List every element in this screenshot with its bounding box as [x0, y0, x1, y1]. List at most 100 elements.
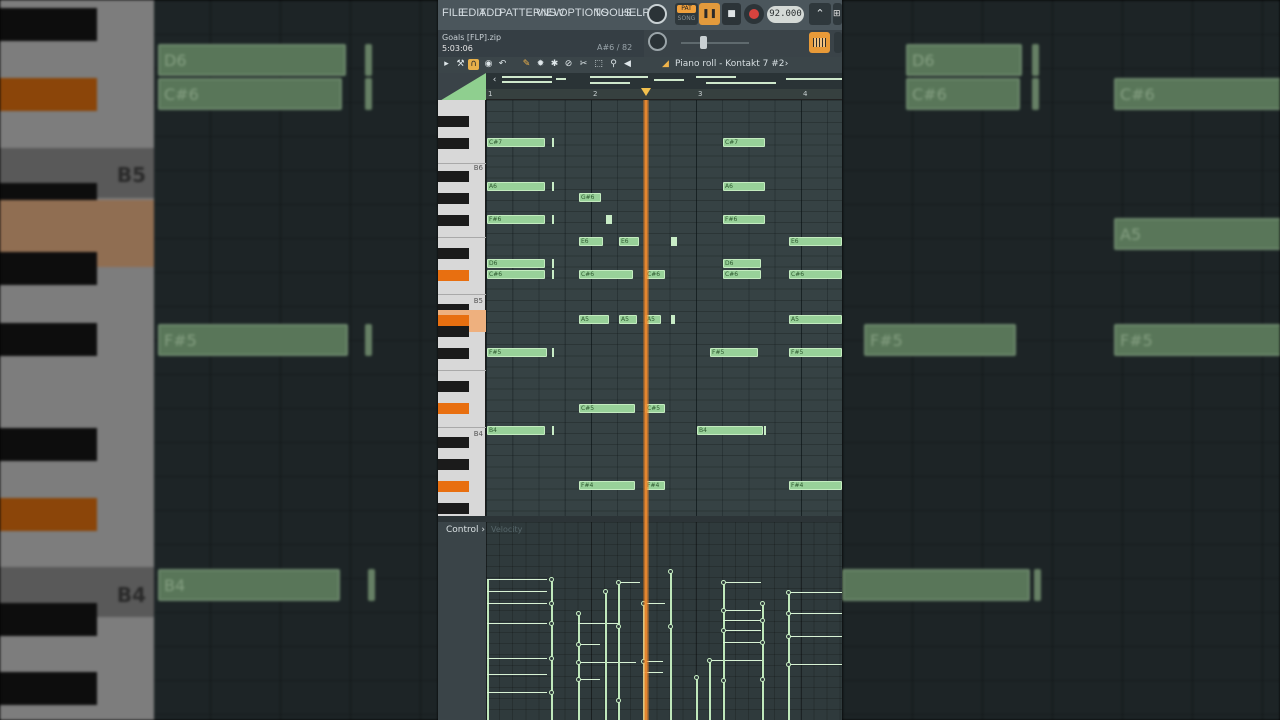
piano-roll-button[interactable]	[809, 32, 830, 53]
piano-key[interactable]	[438, 503, 469, 514]
stop-icon: ■	[727, 9, 736, 19]
tempo-slider-handle[interactable]	[700, 36, 707, 49]
note-e6[interactable]: E6	[619, 237, 639, 246]
note-c6[interactable]: C#6	[487, 270, 545, 279]
piano-key[interactable]	[438, 381, 469, 392]
velocity-lane-label: Velocity	[491, 525, 523, 534]
song-info: Goals [FLP].zip 5:03:06 A#6 / 82	[438, 30, 644, 57]
piano-key-highlighted[interactable]	[438, 403, 469, 414]
note-a5[interactable]: A5	[789, 315, 842, 324]
note-f6[interactable]: F#6	[723, 215, 765, 224]
play-arrow-icon[interactable]: ▸	[441, 59, 452, 70]
slice-icon[interactable]: ✂	[578, 59, 589, 70]
backdrop-label-b5: B5	[116, 163, 146, 187]
wrench-icon[interactable]: ⚒	[455, 59, 466, 70]
control-selector[interactable]: Control ›	[446, 525, 485, 535]
note-c6[interactable]: C#6	[579, 270, 633, 279]
backdrop-note: F#5	[158, 324, 348, 356]
pattern-overview[interactable]: ‹	[486, 73, 842, 89]
note-a6[interactable]: A6	[487, 182, 545, 191]
pause-icon: ❚❚	[701, 9, 718, 19]
main-volume-knob[interactable]	[647, 4, 667, 24]
piano-icon	[813, 38, 826, 47]
backdrop-note: C#6	[158, 78, 342, 110]
piano-key[interactable]	[438, 437, 469, 448]
step-icon[interactable]: ◉	[483, 59, 494, 70]
mute-icon[interactable]: ⊘	[563, 59, 574, 70]
piano-key[interactable]	[438, 138, 469, 149]
piano-key[interactable]	[438, 326, 469, 337]
piano-roll-toolbar: ▸ ⚒ ∩ ◉ ↶ ✎ ✹ ✱ ⊘ ✂ ⬚ ⚲ ◀ ◢ Piano roll -…	[438, 57, 842, 73]
zoom-icon[interactable]: ⚲	[608, 59, 619, 70]
playhead-marker[interactable]	[641, 88, 651, 96]
pat-label: PAT	[677, 5, 696, 13]
chevron-right-icon: ›	[481, 525, 486, 535]
undo-icon[interactable]: ↶	[497, 59, 508, 70]
note-f4[interactable]: F#4	[789, 481, 842, 490]
song-time: 5:03:06	[442, 44, 473, 53]
note-d6[interactable]: D6	[723, 259, 761, 268]
note-a5[interactable]: A5	[619, 315, 637, 324]
piano-key[interactable]	[438, 116, 469, 127]
pat-song-toggle[interactable]: PAT SONG	[675, 3, 698, 25]
note-b4[interactable]: B4	[697, 426, 763, 435]
note-f6[interactable]: F#6	[487, 215, 545, 224]
note-b4[interactable]: B4	[487, 426, 545, 435]
master-pitch-knob[interactable]	[648, 32, 667, 51]
note-e6[interactable]: E6	[789, 237, 842, 246]
timeline-ruler[interactable]: 1 2 3 4	[486, 89, 842, 100]
magnet-icon[interactable]: ∩	[468, 59, 479, 70]
velocity-lane[interactable]: Velocity	[486, 522, 842, 720]
piano-key[interactable]	[438, 193, 469, 204]
menu-help[interactable]: HELP	[621, 7, 650, 19]
note-e6[interactable]: E6	[579, 237, 603, 246]
piano-key[interactable]	[438, 348, 469, 359]
piano-key[interactable]	[438, 248, 469, 259]
note-d6[interactable]: D6	[487, 259, 545, 268]
note-c5[interactable]: C#5	[579, 404, 635, 413]
backdrop-note: D6	[906, 44, 1022, 76]
note-a5[interactable]: A5	[579, 315, 609, 324]
speaker-icon[interactable]: ◢	[660, 59, 671, 70]
background-left: B5 B4 D6 C#6 F#5 B4	[0, 0, 438, 720]
note-c7[interactable]: C#7	[723, 138, 765, 147]
note-a6[interactable]: A6	[723, 182, 765, 191]
scroll-left-icon[interactable]: ‹	[489, 75, 500, 86]
note-c6[interactable]: C#6	[789, 270, 842, 279]
piano-key[interactable]	[438, 459, 469, 470]
hint-text: A#6 / 82	[597, 43, 633, 52]
note-c6[interactable]: C#6	[723, 270, 761, 279]
note-f4[interactable]: F#4	[579, 481, 635, 490]
title-arrow-icon[interactable]: ›	[781, 59, 792, 70]
piano-key[interactable]	[438, 215, 469, 226]
playback-icon[interactable]: ◀	[622, 59, 633, 70]
backdrop-note: B4	[158, 569, 340, 601]
stop-button[interactable]: ■	[722, 3, 741, 25]
playhead-line[interactable]	[643, 100, 649, 720]
piano-key-highlighted[interactable]	[438, 315, 469, 326]
piano-key-highlighted[interactable]	[438, 481, 469, 492]
note-f5[interactable]: F#5	[487, 348, 547, 357]
note-g6[interactable]: G#6	[579, 193, 601, 202]
backdrop-note: C#6	[1114, 78, 1280, 110]
note-f5[interactable]: F#5	[710, 348, 758, 357]
select-icon[interactable]: ⬚	[593, 59, 604, 70]
note-grid[interactable]: C#7 C#7 A6 A6 G#6 F#6 F#6 E6 E6 E6 D6 D6…	[486, 100, 842, 516]
waveform-icon: ⌃	[815, 7, 825, 20]
pause-button[interactable]: ❚❚	[699, 3, 720, 25]
delete-icon[interactable]: ✱	[549, 59, 560, 70]
tempo-slider-track[interactable]	[681, 42, 749, 44]
record-button[interactable]	[744, 4, 764, 24]
piano-roll-title: Piano roll - Kontakt 7 #2	[675, 59, 785, 69]
pencil-icon[interactable]: ✎	[521, 59, 532, 70]
note-c7[interactable]: C#7	[487, 138, 545, 147]
browser-button[interactable]: ⊞	[833, 3, 842, 25]
piano-key-highlighted[interactable]	[438, 270, 469, 281]
piano-keyboard[interactable]: B6 B5 B4	[438, 100, 486, 516]
record-icon	[749, 9, 759, 19]
tempo-display[interactable]: 92.000	[767, 6, 804, 23]
brush-icon[interactable]: ✹	[535, 59, 546, 70]
piano-key[interactable]	[438, 171, 469, 182]
note-f5[interactable]: F#5	[789, 348, 842, 357]
mixer-button[interactable]	[834, 32, 842, 53]
